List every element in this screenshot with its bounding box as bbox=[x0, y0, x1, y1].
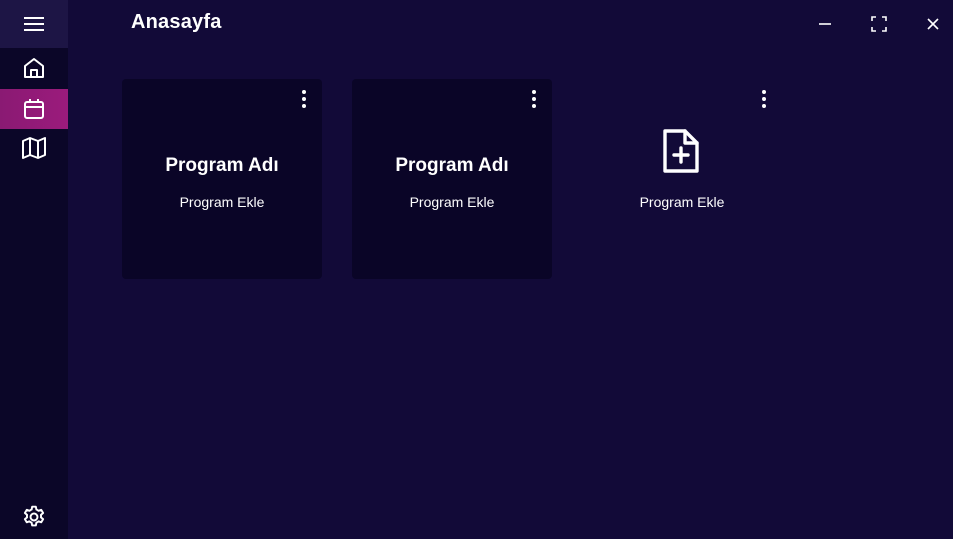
program-card[interactable]: Program Adı Program Ekle bbox=[352, 79, 552, 279]
hamburger-icon bbox=[24, 17, 44, 31]
calendar-icon bbox=[24, 99, 44, 119]
sidebar-item-calendar[interactable] bbox=[0, 89, 68, 129]
app-window: Anasayfa Program Adı Program Ekle Progra… bbox=[0, 0, 953, 539]
home-icon bbox=[24, 58, 44, 78]
program-subtitle: Program Ekle bbox=[409, 194, 495, 210]
settings-button[interactable] bbox=[0, 497, 68, 537]
maximize-icon bbox=[871, 16, 887, 32]
more-vertical-icon bbox=[302, 90, 306, 108]
maximize-button[interactable] bbox=[867, 12, 891, 36]
more-vertical-icon bbox=[532, 90, 536, 108]
add-program-label: Program Ekle bbox=[639, 194, 725, 210]
hamburger-menu-button[interactable] bbox=[0, 0, 68, 48]
program-card[interactable]: Program Adı Program Ekle bbox=[122, 79, 322, 279]
close-icon bbox=[927, 18, 939, 30]
sidebar-item-home[interactable] bbox=[0, 48, 68, 88]
file-plus-icon bbox=[663, 129, 699, 173]
card-menu-button[interactable] bbox=[756, 87, 772, 111]
map-icon bbox=[22, 137, 46, 159]
sidebar bbox=[0, 0, 68, 539]
add-program-card[interactable]: Program Ekle bbox=[582, 79, 782, 279]
sidebar-item-map[interactable] bbox=[0, 128, 68, 168]
minimize-icon bbox=[819, 23, 831, 25]
program-name: Program Adı bbox=[395, 155, 509, 176]
card-menu-button[interactable] bbox=[526, 87, 542, 111]
gear-icon bbox=[23, 505, 45, 527]
close-button[interactable] bbox=[921, 12, 945, 36]
more-vertical-icon bbox=[762, 90, 766, 108]
page-title: Anasayfa bbox=[131, 11, 222, 33]
minimize-button[interactable] bbox=[813, 12, 837, 36]
card-menu-button[interactable] bbox=[296, 87, 312, 111]
program-subtitle: Program Ekle bbox=[179, 194, 265, 210]
program-name: Program Adı bbox=[165, 155, 279, 176]
